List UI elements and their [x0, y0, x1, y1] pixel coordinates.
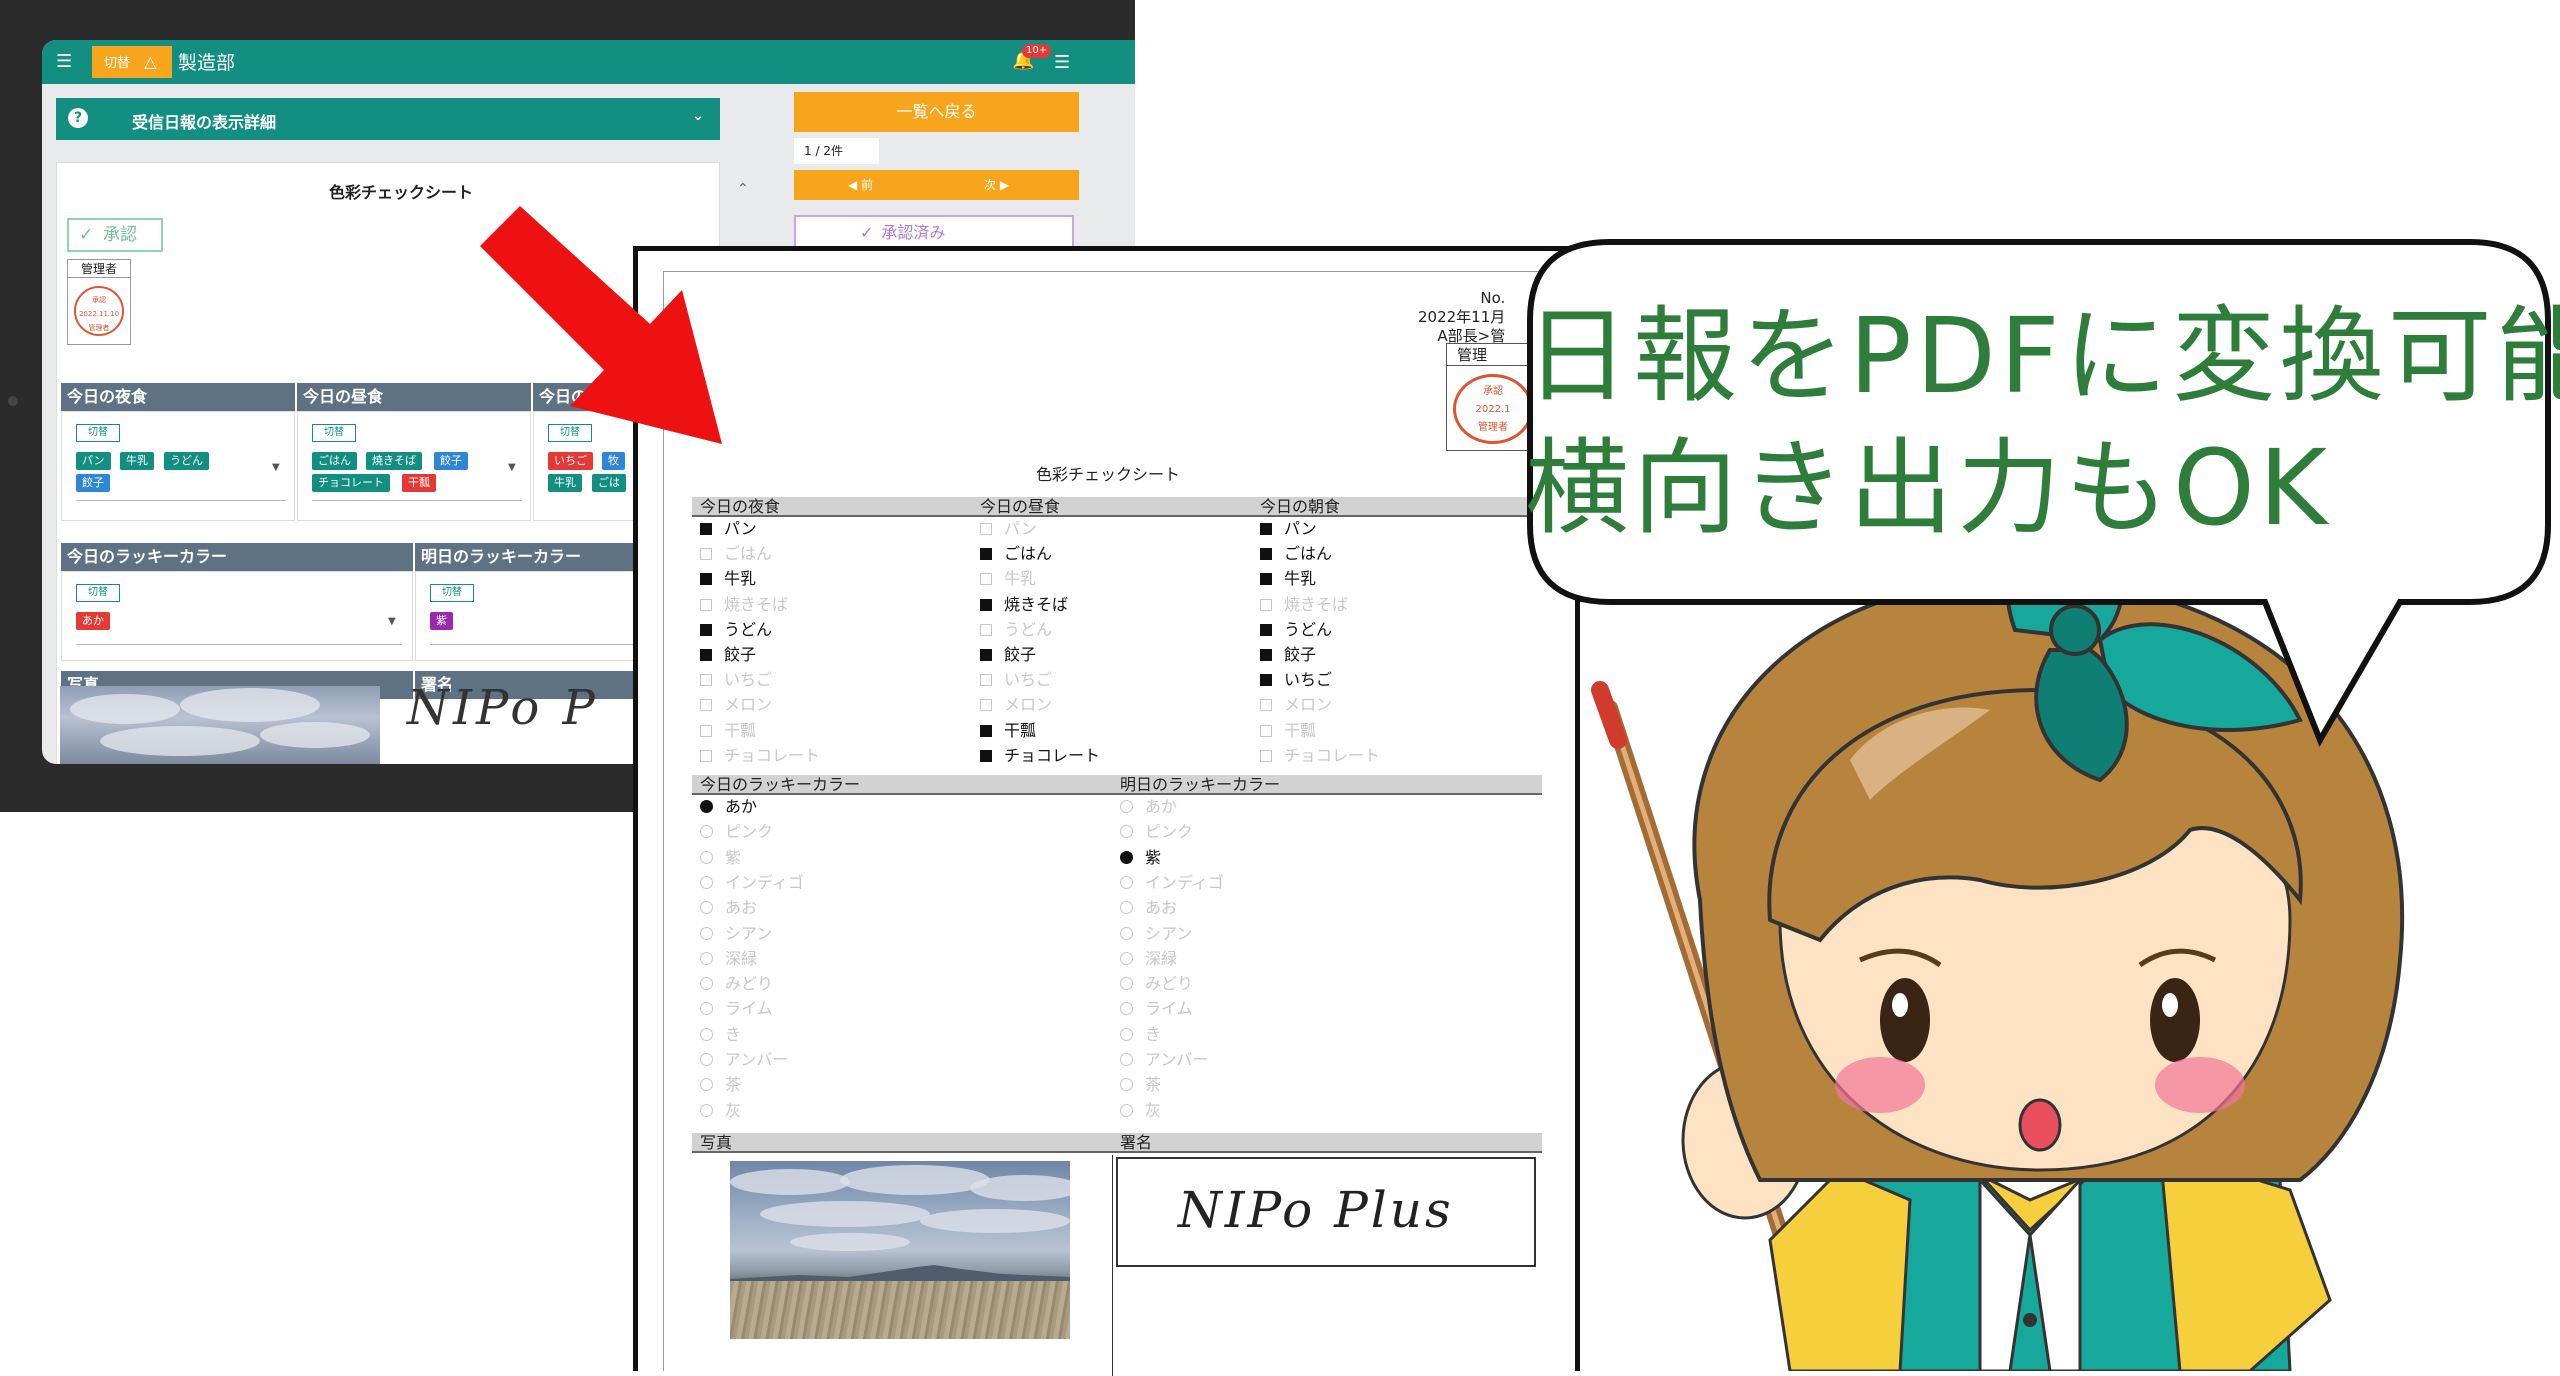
bubble-text: 日報をPDFに変換可能 横向き出力もOK	[1525, 290, 2560, 554]
bubble-line-2: 横向き出力もOK	[1525, 427, 2332, 549]
bubble-line-1: 日報をPDFに変換可能	[1525, 295, 2560, 417]
mascot-girl-illustration	[1591, 532, 2405, 1371]
